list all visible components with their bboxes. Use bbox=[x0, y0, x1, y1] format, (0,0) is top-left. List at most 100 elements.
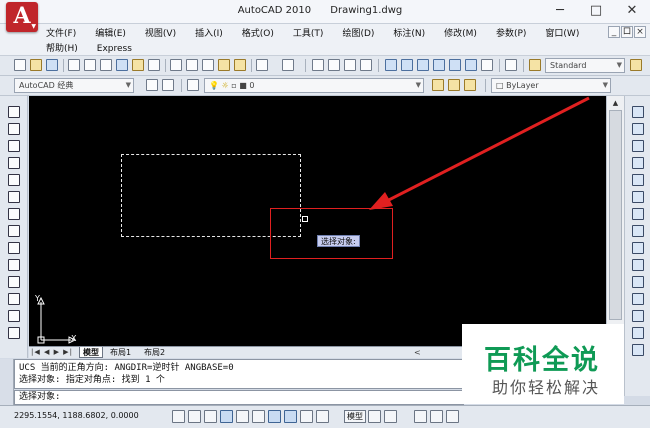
match-properties-icon[interactable] bbox=[218, 59, 230, 71]
command-window-handle[interactable] bbox=[0, 359, 14, 405]
object-snap-tracking-icon[interactable] bbox=[252, 410, 265, 423]
scale-icon[interactable] bbox=[632, 225, 644, 237]
offset-icon[interactable] bbox=[632, 157, 644, 169]
sheet-set-icon[interactable] bbox=[148, 59, 160, 71]
workspace-combo[interactable]: AutoCAD 经典 ▼ bbox=[14, 78, 134, 93]
print-preview-icon[interactable] bbox=[84, 59, 96, 71]
quick-view-drawings-icon[interactable] bbox=[384, 410, 397, 423]
tab-layout1[interactable]: 布局1 bbox=[107, 347, 134, 358]
dynamic-input-icon[interactable] bbox=[284, 410, 297, 423]
help-icon[interactable] bbox=[505, 59, 517, 71]
erase-icon[interactable] bbox=[632, 106, 644, 118]
tab-layout2[interactable]: 布局2 bbox=[141, 347, 168, 358]
tab-model[interactable]: 模型 bbox=[79, 347, 103, 358]
undo-icon[interactable] bbox=[256, 59, 268, 71]
polyline-icon[interactable] bbox=[8, 140, 20, 152]
tool-palettes-icon[interactable] bbox=[417, 59, 429, 71]
fillet-icon[interactable] bbox=[632, 344, 644, 356]
dim-style-icon[interactable] bbox=[630, 59, 642, 71]
markup-set-icon[interactable] bbox=[449, 59, 461, 71]
join-icon[interactable] bbox=[632, 310, 644, 322]
menu-draw[interactable]: 绘图(D) bbox=[342, 26, 374, 39]
menu-view[interactable]: 视图(V) bbox=[145, 26, 176, 39]
properties-icon[interactable] bbox=[385, 59, 397, 71]
make-current-layer-icon[interactable] bbox=[432, 79, 444, 91]
publish-icon[interactable] bbox=[100, 59, 112, 71]
steering-wheel-icon[interactable] bbox=[446, 410, 459, 423]
grid-display-icon[interactable] bbox=[188, 410, 201, 423]
ellipse-arc-icon[interactable] bbox=[8, 276, 20, 288]
coordinate-readout[interactable]: 2295.1554, 1188.6802, 0.0000 bbox=[14, 411, 139, 420]
layer-state-icon[interactable] bbox=[464, 79, 476, 91]
workspace-settings-icon[interactable] bbox=[146, 79, 158, 91]
paste-icon[interactable] bbox=[202, 59, 214, 71]
pan-icon[interactable] bbox=[312, 59, 324, 71]
menu-tools[interactable]: 工具(T) bbox=[293, 26, 324, 39]
spline-icon[interactable] bbox=[8, 242, 20, 254]
redo-icon[interactable] bbox=[282, 59, 294, 71]
doc-minimize-button[interactable]: _ bbox=[608, 26, 620, 38]
cut-icon[interactable] bbox=[170, 59, 182, 71]
polygon-icon[interactable] bbox=[8, 157, 20, 169]
zoom-status-icon[interactable] bbox=[430, 410, 443, 423]
maximize-button[interactable]: □ bbox=[578, 0, 614, 22]
color-combo[interactable]: □ ByLayer ▼ bbox=[491, 78, 611, 93]
menu-format[interactable]: 格式(O) bbox=[242, 26, 274, 39]
text-style-combo[interactable]: Standard ▼ bbox=[545, 58, 625, 73]
arc-icon[interactable] bbox=[8, 191, 20, 203]
open-file-icon[interactable] bbox=[30, 59, 42, 71]
model-space-button[interactable]: 模型 bbox=[344, 410, 366, 423]
vertical-scrollbar[interactable]: ▲ ▼ bbox=[606, 96, 624, 346]
line-icon[interactable] bbox=[8, 106, 20, 118]
menu-edit[interactable]: 编辑(E) bbox=[95, 26, 126, 39]
menu-parametric[interactable]: 参数(P) bbox=[496, 26, 526, 39]
quickcalc-icon[interactable] bbox=[465, 59, 477, 71]
move-icon[interactable] bbox=[632, 191, 644, 203]
chamfer-icon[interactable] bbox=[632, 327, 644, 339]
copy-icon[interactable] bbox=[186, 59, 198, 71]
zoom-realtime-icon[interactable] bbox=[328, 59, 340, 71]
layer-combo[interactable]: 💡 ☼ ▫ ■ 0 ▼ bbox=[204, 78, 424, 93]
scroll-up-icon[interactable]: ▲ bbox=[609, 97, 622, 109]
point-icon[interactable] bbox=[8, 327, 20, 339]
layer-properties-icon[interactable] bbox=[187, 79, 199, 91]
3d-dwf-icon[interactable] bbox=[116, 59, 128, 71]
command-input[interactable]: 选择对象: bbox=[14, 390, 464, 405]
rectangle-icon[interactable] bbox=[8, 174, 20, 186]
quick-properties-icon[interactable] bbox=[316, 410, 329, 423]
ortho-mode-icon[interactable] bbox=[204, 410, 217, 423]
stretch-icon[interactable] bbox=[632, 242, 644, 254]
doc-close-button[interactable]: × bbox=[634, 26, 646, 38]
copy-object-icon[interactable] bbox=[632, 123, 644, 135]
my-workspace-icon[interactable] bbox=[162, 79, 174, 91]
quick-view-layouts-icon[interactable] bbox=[368, 410, 381, 423]
menu-modify[interactable]: 修改(M) bbox=[444, 26, 477, 39]
drawing-area[interactable]: 选择对象: Y X bbox=[29, 96, 606, 346]
tab-navigation-arrows[interactable]: |◀ ◀ ▶ ▶| bbox=[31, 348, 73, 356]
ellipse-icon[interactable] bbox=[8, 259, 20, 271]
extend-icon[interactable] bbox=[632, 276, 644, 288]
circle-icon[interactable] bbox=[8, 208, 20, 220]
mirror-icon[interactable] bbox=[632, 140, 644, 152]
object-snap-icon[interactable] bbox=[236, 410, 249, 423]
break-icon[interactable] bbox=[632, 293, 644, 305]
menu-express[interactable]: Express bbox=[97, 44, 132, 54]
text-style-icon[interactable] bbox=[529, 59, 541, 71]
pan-status-icon[interactable] bbox=[414, 410, 427, 423]
ducs-icon[interactable] bbox=[268, 410, 281, 423]
scroll-thumb[interactable] bbox=[609, 110, 622, 320]
rotate-icon[interactable] bbox=[632, 208, 644, 220]
zoom-window-icon[interactable] bbox=[344, 59, 356, 71]
print-icon[interactable] bbox=[68, 59, 80, 71]
menu-file[interactable]: 文件(F) bbox=[46, 26, 76, 39]
layer-previous-icon[interactable] bbox=[448, 79, 460, 91]
snap-mode-icon[interactable] bbox=[172, 410, 185, 423]
construction-line-icon[interactable] bbox=[8, 123, 20, 135]
make-block-icon[interactable] bbox=[8, 310, 20, 322]
calculator-icon[interactable] bbox=[481, 59, 493, 71]
trim-icon[interactable] bbox=[632, 259, 644, 271]
zoom-previous-icon[interactable] bbox=[360, 59, 372, 71]
revision-cloud-icon[interactable] bbox=[8, 225, 20, 237]
close-button[interactable]: ✕ bbox=[614, 0, 650, 22]
menu-window[interactable]: 窗口(W) bbox=[545, 26, 579, 39]
